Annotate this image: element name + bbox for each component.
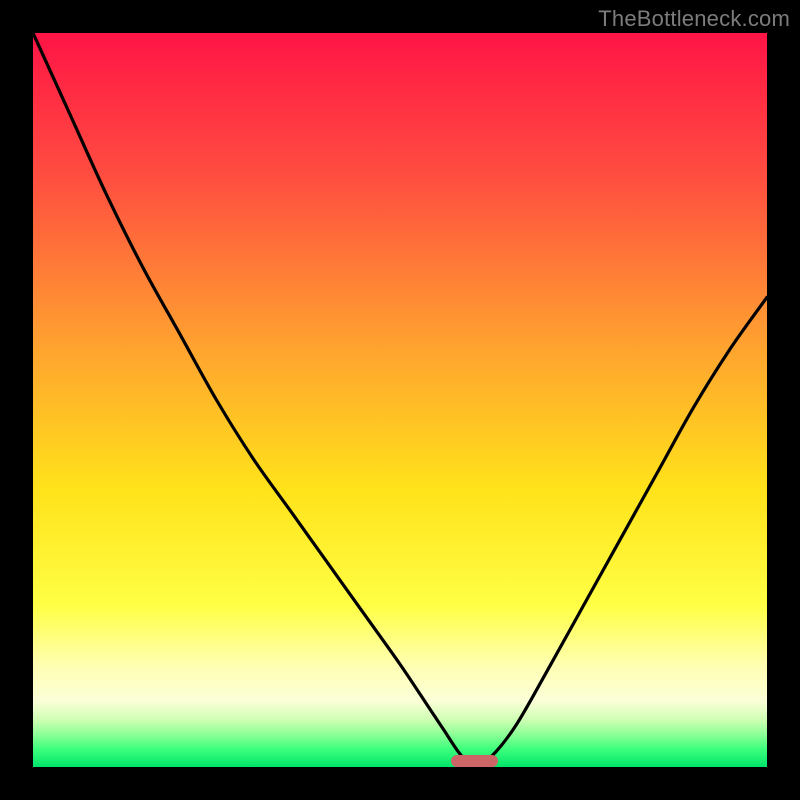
chart-frame: TheBottleneck.com xyxy=(0,0,800,800)
watermark-label: TheBottleneck.com xyxy=(598,6,790,32)
optimal-marker xyxy=(451,755,498,767)
bottleneck-curve xyxy=(33,33,767,767)
plot-area xyxy=(33,33,767,767)
